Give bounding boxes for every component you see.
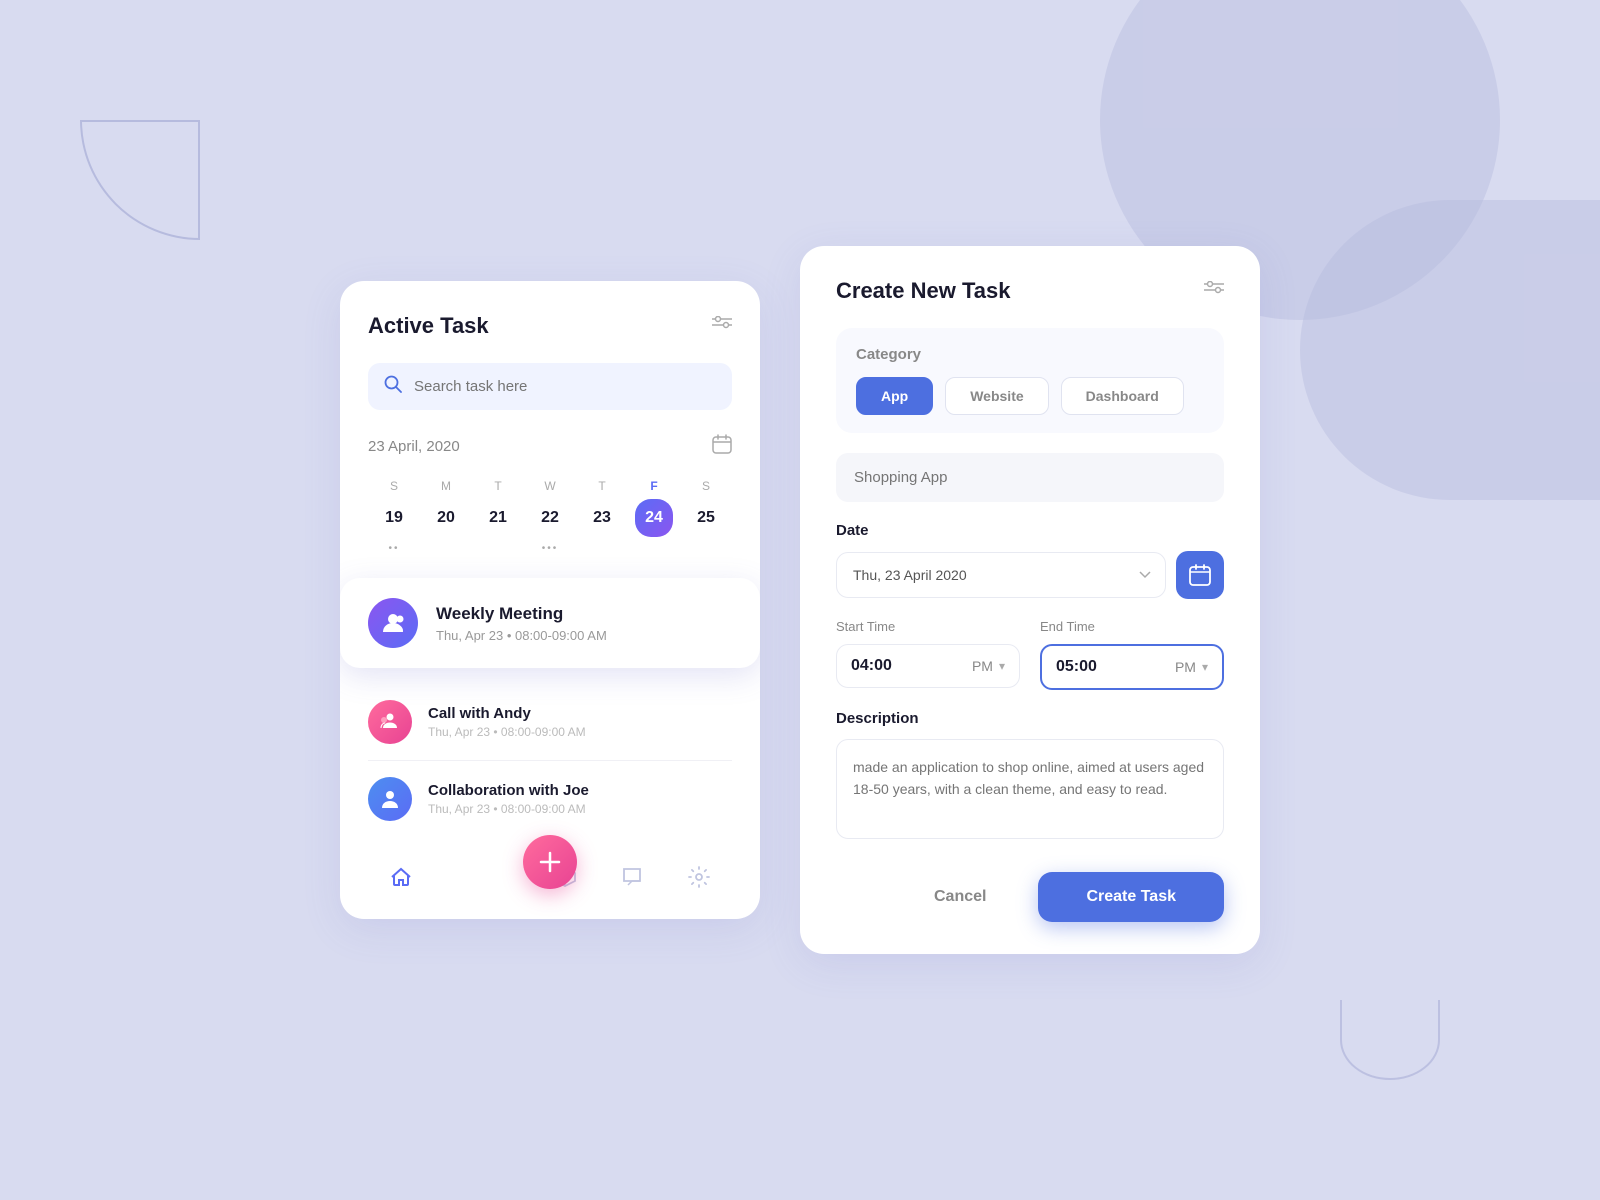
end-time-label: End Time [1040,619,1224,634]
start-time-label: Start Time [836,619,1020,634]
category-website-btn[interactable]: Website [945,377,1048,415]
active-task-name: Weekly Meeting [436,604,607,624]
category-section: Category App Website Dashboard [836,328,1224,433]
nav-settings-icon[interactable] [687,865,711,895]
current-date: 23 April, 2020 [368,438,460,455]
start-time-value: 04:00 [851,657,966,675]
category-buttons: App Website Dashboard [856,377,1204,415]
date-picker-row: Thu, 23 April 2020 [836,551,1224,599]
time-row: Start Time 04:00 PM ▾ End Time 05:00 PM … [836,619,1224,690]
left-card-header: Active Task [368,313,732,339]
nav-home-icon[interactable] [389,865,413,895]
task-item-1[interactable]: Collaboration with Joe Thu, Apr 23 • 08:… [368,761,732,837]
task-item-0[interactable]: Call with Andy Thu, Apr 23 • 08:00-09:00… [368,684,732,761]
bg-decoration-2 [1300,200,1600,500]
task-list: Call with Andy Thu, Apr 23 • 08:00-09:00… [368,684,732,837]
right-card-header: Create New Task [836,278,1224,304]
task-item-info-1: Collaboration with Joe Thu, Apr 23 • 08:… [428,782,589,816]
active-task-highlight[interactable]: Weekly Meeting Thu, Apr 23 • 08:00-09:00… [340,578,760,668]
search-icon [384,375,402,398]
start-time-input[interactable]: 04:00 PM ▾ [836,644,1020,688]
day-fri-active[interactable]: F 24 ••• [635,479,673,554]
active-task-info: Weekly Meeting Thu, Apr 23 • 08:00-09:00… [436,604,607,643]
task-avatar-0 [368,700,412,744]
cancel-button[interactable]: Cancel [898,872,1022,922]
search-bar[interactable] [368,363,732,410]
task-item-name-1: Collaboration with Joe [428,782,589,799]
date-row: 23 April, 2020 [368,434,732,459]
description-label: Description [836,710,1224,727]
day-sat[interactable]: S 25 •• [687,479,725,554]
start-time-ampm: PM [972,658,993,674]
action-buttons: Cancel Create Task [836,872,1224,922]
description-input[interactable] [836,739,1224,839]
end-time-group: End Time 05:00 PM ▾ [1040,619,1224,690]
bg-quarter-circle [80,120,200,240]
category-dashboard-btn[interactable]: Dashboard [1061,377,1184,415]
right-card-title: Create New Task [836,278,1010,304]
task-item-name-0: Call with Andy [428,705,586,722]
end-time-value: 05:00 [1056,658,1169,676]
left-card-title: Active Task [368,313,489,339]
calendar-icon[interactable] [712,434,732,459]
active-task-time: Thu, Apr 23 • 08:00-09:00 AM [436,628,607,643]
create-task-card: Create New Task Category App Website Das… [800,246,1260,954]
bg-cup-shape [1340,1000,1440,1080]
task-item-info-0: Call with Andy Thu, Apr 23 • 08:00-09:00… [428,705,586,739]
task-item-time-0: Thu, Apr 23 • 08:00-09:00 AM [428,725,586,739]
day-wed[interactable]: W 22 ••• [531,479,569,554]
search-input[interactable] [414,378,716,395]
category-app-btn[interactable]: App [856,377,933,415]
day-sun[interactable]: S 19 •• [375,479,413,554]
create-task-button[interactable]: Create Task [1038,872,1224,922]
end-time-ampm: PM [1175,659,1196,675]
nav-chat-icon[interactable] [620,865,644,895]
day-thu[interactable]: T 23 •• [583,479,621,554]
active-task-card: Active Task 23 April, 2020 [340,281,760,919]
date-select[interactable]: Thu, 23 April 2020 [836,552,1166,598]
active-task-avatar [368,598,418,648]
filter-icon-left[interactable] [712,316,732,337]
category-label: Category [856,346,1204,363]
start-time-group: Start Time 04:00 PM ▾ [836,619,1020,690]
day-tue[interactable]: T 21 •• [479,479,517,554]
calendar-btn[interactable] [1176,551,1224,599]
day-mon[interactable]: M 20 •• [427,479,465,554]
week-calendar: S 19 •• M 20 •• T 21 •• W 22 ••• T 23 ••… [368,479,732,554]
filter-icon-right[interactable] [1204,281,1224,302]
bottom-nav [368,845,732,919]
date-form-label: Date [836,522,1224,539]
task-name-input[interactable] [836,453,1224,502]
task-item-time-1: Thu, Apr 23 • 08:00-09:00 AM [428,802,589,816]
start-time-chevron[interactable]: ▾ [999,659,1005,673]
end-time-input[interactable]: 05:00 PM ▾ [1040,644,1224,690]
task-avatar-1 [368,777,412,821]
end-time-chevron[interactable]: ▾ [1202,660,1208,674]
fab-add-button[interactable] [523,835,577,889]
